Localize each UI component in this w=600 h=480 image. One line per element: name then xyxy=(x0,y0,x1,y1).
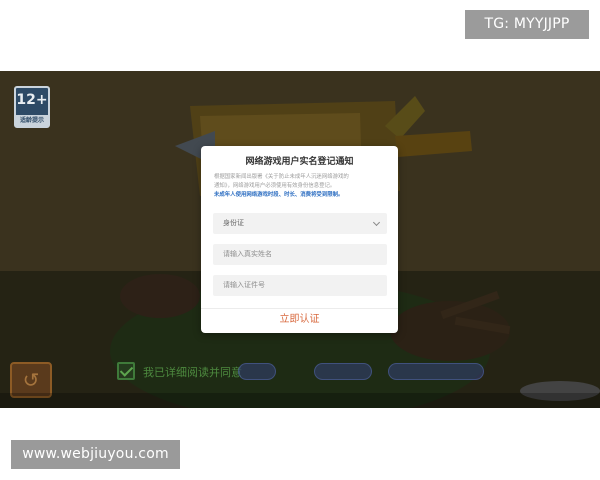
age-rating-footer: 适龄提示 xyxy=(16,115,48,126)
verify-now-button[interactable]: 立即认证 xyxy=(201,310,398,330)
screenshot-canvas: TG: MYYJJPP 12+ 适龄提示 我已详 xyxy=(0,0,600,480)
site-watermark: www.webjiuyou.com xyxy=(11,440,180,469)
id-type-select[interactable]: 身份证 xyxy=(213,213,387,234)
agreement-checkbox[interactable] xyxy=(117,362,135,380)
realname-dialog: 网络游戏用户实名登记通知 根据国家新闻出版署《关于防止未成年人沉迷网络游戏的 通… xyxy=(201,146,398,333)
id-type-selected: 身份证 xyxy=(223,219,244,227)
agreement-text: 我已详细阅读并同意 xyxy=(143,366,242,379)
children-privacy-link[interactable] xyxy=(388,363,484,380)
age-rating-label: 12+ xyxy=(16,92,48,108)
id-number-input[interactable]: 请输入证件号 xyxy=(213,275,387,296)
user-agreement-link[interactable] xyxy=(238,363,276,380)
chevron-down-icon xyxy=(372,218,381,227)
dialog-divider xyxy=(201,308,398,309)
privacy-policy-link[interactable] xyxy=(314,363,372,380)
description-line-1: 根据国家新闻出版署《关于防止未成年人沉迷网络游戏的 xyxy=(214,174,349,180)
description-line-2: 通知》，网络游戏用户必须使用有效身份信息登记。 xyxy=(214,183,336,189)
real-name-input[interactable]: 请输入真实姓名 xyxy=(213,244,387,265)
dialog-description: 根据国家新闻出版署《关于防止未成年人沉迷网络游戏的 通知》，网络游戏用户必须使用… xyxy=(214,173,389,200)
telegram-watermark: TG: MYYJJPP xyxy=(465,10,589,39)
age-rating-badge: 12+ 适龄提示 xyxy=(14,86,50,128)
footer-info-band xyxy=(0,393,600,408)
description-highlight: 未成年人使用网络游戏时段、时长、消费将受到限制。 xyxy=(214,192,344,198)
dialog-title: 网络游戏用户实名登记通知 xyxy=(245,157,354,167)
